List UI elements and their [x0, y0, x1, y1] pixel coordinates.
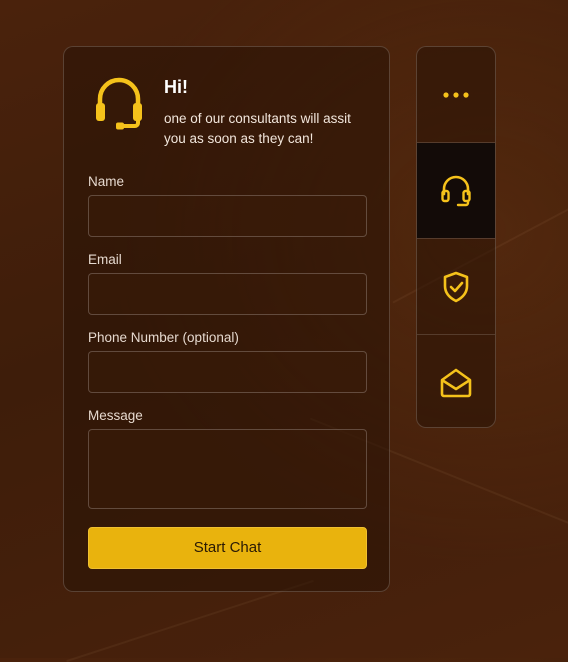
mail-open-icon [440, 368, 472, 397]
chat-form-panel: Hi! one of our consultants will assit yo… [63, 46, 390, 592]
side-nav-mail[interactable] [417, 335, 495, 427]
greeting-title: Hi! [164, 77, 188, 97]
more-dots-icon [443, 91, 469, 98]
phone-field[interactable] [88, 351, 367, 393]
email-field[interactable] [88, 273, 367, 315]
message-label: Message [88, 408, 143, 423]
headset-icon [96, 77, 142, 130]
name-label: Name [88, 174, 125, 189]
email-label: Email [88, 252, 122, 267]
side-nav-security[interactable] [417, 239, 495, 334]
background-streak [66, 579, 314, 662]
shield-check-icon [443, 271, 469, 302]
side-nav [416, 46, 496, 428]
greeting-subtext: one of our consultants will assit you as… [164, 111, 351, 146]
name-field[interactable] [88, 195, 367, 237]
start-chat-button[interactable]: Start Chat [88, 527, 367, 569]
message-field[interactable] [88, 429, 367, 509]
headset-icon [441, 175, 471, 206]
side-nav-more[interactable] [417, 47, 495, 142]
phone-label: Phone Number (optional) [88, 330, 239, 345]
side-nav-support[interactable] [417, 143, 495, 238]
